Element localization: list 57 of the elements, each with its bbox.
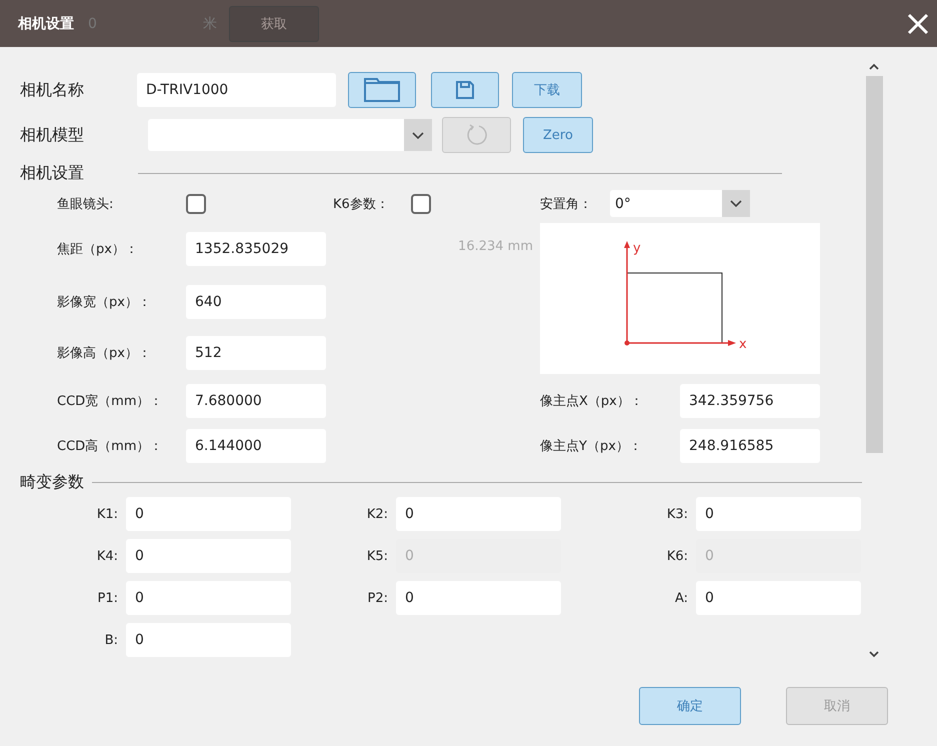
scrollbar-thumb[interactable] <box>866 76 882 453</box>
input-field[interactable]: 0 <box>696 497 861 531</box>
folder-icon <box>364 78 400 102</box>
field-label: K1: <box>96 506 119 522</box>
input-field[interactable]: 512 <box>186 336 326 370</box>
field-label: A: <box>674 590 689 606</box>
field-label: 像主点X（px）： <box>540 393 644 410</box>
chevron-down-icon <box>730 200 742 207</box>
window-title: 相机设置 <box>18 14 74 32</box>
field-label: K5: <box>366 548 389 564</box>
field-label: 鱼眼镜头: <box>57 196 114 212</box>
input-field[interactable]: D-TRIV1000 <box>137 73 336 107</box>
field-label: K6参数： <box>333 196 389 212</box>
field-label: 焦距（px）： <box>57 241 139 258</box>
input-field[interactable]: 7.680000 <box>186 384 326 418</box>
input-field[interactable]: 342.359756 <box>680 384 820 418</box>
input-field[interactable]: 0 <box>126 581 291 615</box>
field-label: B: <box>104 632 119 648</box>
input-field[interactable]: 0 <box>696 581 861 615</box>
save-button[interactable] <box>431 72 499 108</box>
section-heading: 相机设置 <box>20 163 84 184</box>
field-label: 安置角： <box>540 196 593 212</box>
section-heading: 畸变参数 <box>20 472 84 493</box>
chevron-down-icon <box>412 132 424 138</box>
field-label: K6: <box>666 548 689 564</box>
input-field[interactable]: 248.916585 <box>680 429 820 463</box>
input-field[interactable]: 0 <box>126 539 291 573</box>
field-label: K3: <box>666 506 689 522</box>
field-label: P2: <box>366 590 389 606</box>
field-label: K2: <box>366 506 389 522</box>
field-label: 相机名称 <box>19 80 85 100</box>
input-field[interactable]: 0 <box>396 581 561 615</box>
input-field[interactable]: 0 <box>396 497 561 531</box>
scroll-down-icon[interactable] <box>869 651 879 658</box>
field-label: K4: <box>96 548 119 564</box>
field-label: CCD高（mm）： <box>57 438 164 455</box>
field-label: 影像宽（px）： <box>57 294 152 310</box>
field-label: 像主点Y（px）： <box>540 438 643 455</box>
scroll-up-icon[interactable] <box>869 63 879 70</box>
checkbox[interactable] <box>186 194 206 214</box>
rotate-icon <box>466 124 488 146</box>
checkbox[interactable] <box>410 194 431 214</box>
input-field[interactable]: 0 <box>126 497 291 531</box>
input-field[interactable]: 640 <box>186 284 326 318</box>
field-label: 影像高（px）： <box>57 345 152 362</box>
focal-length-mm: 16.234 mm <box>458 239 534 254</box>
axis-label: x <box>739 336 747 352</box>
mount-angle-dropdown[interactable]: 0° <box>610 190 750 217</box>
field-label: CCD宽（mm）： <box>57 393 164 410</box>
field-label: 相机模型 <box>19 124 85 146</box>
axis-label: y <box>633 240 641 256</box>
input-field[interactable]: 1352.835029 <box>186 232 326 266</box>
field-label: P1: <box>96 590 119 606</box>
close-icon[interactable] <box>907 12 929 34</box>
open-folder-button[interactable] <box>348 72 416 108</box>
input-field[interactable]: 6.144000 <box>186 429 326 463</box>
input-field[interactable]: 0 <box>126 623 291 657</box>
